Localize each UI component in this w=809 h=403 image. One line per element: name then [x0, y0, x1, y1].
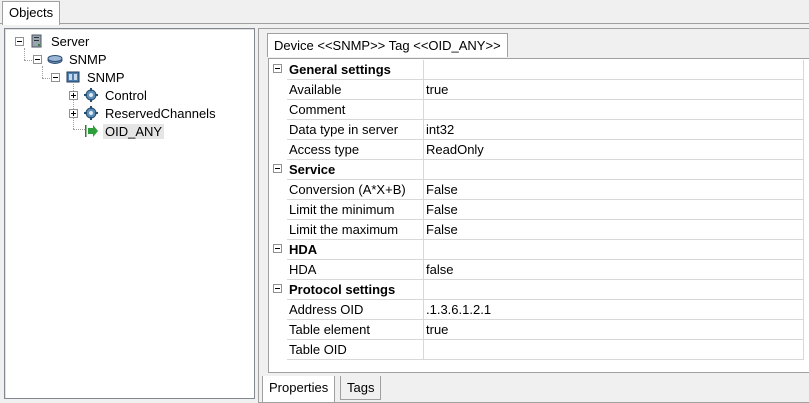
property-value[interactable]: False [424, 200, 804, 220]
category-service[interactable]: Service [269, 160, 804, 180]
property-value[interactable]: ReadOnly [424, 140, 804, 160]
collapse-icon[interactable] [15, 36, 24, 46]
property-row[interactable]: Comment [269, 100, 804, 120]
property-name: HDA [287, 260, 424, 280]
property-row[interactable]: Data type in server int32 [269, 120, 804, 140]
object-tree[interactable]: Server SNMP SNMP Control ReservedChannel… [4, 28, 255, 399]
property-name: Limit the maximum [287, 220, 424, 240]
tree-node-control-label: Control [105, 87, 147, 103]
collapse-icon[interactable] [273, 64, 282, 73]
property-value[interactable]: int32 [424, 120, 804, 140]
category-label: General settings [287, 60, 424, 80]
property-value[interactable] [424, 100, 804, 120]
tab-objects[interactable]: Objects [2, 1, 61, 25]
property-name: Comment [287, 100, 424, 120]
collapse-icon[interactable] [51, 72, 60, 82]
category-general-settings[interactable]: General settings [269, 60, 804, 80]
property-row[interactable]: Available true [269, 80, 804, 100]
tree-node-server-label: Server [51, 33, 90, 49]
category-label: HDA [287, 240, 424, 260]
property-name: Data type in server [287, 120, 424, 140]
bottom-tab-strip: Properties Tags [258, 376, 809, 403]
tree-node-snmp-driver[interactable]: SNMP [33, 50, 109, 68]
collapse-icon[interactable] [33, 54, 42, 64]
category-protocol-settings[interactable]: Protocol settings [269, 280, 804, 300]
properties-panel: Device <<SNMP>> Tag <<OID_ANY>> General … [258, 28, 809, 403]
tree-node-snmp-driver-label: SNMP [69, 51, 107, 67]
category-value-cell [424, 240, 804, 260]
collapse-icon[interactable] [273, 284, 282, 293]
tab-properties-label: Properties [269, 380, 329, 395]
property-row[interactable]: Address OID .1.3.6.1.2.1 [269, 300, 804, 320]
panel-title: Device <<SNMP>> Tag <<OID_ANY>> [274, 38, 501, 53]
category-hda[interactable]: HDA [269, 240, 804, 260]
property-name: Access type [287, 140, 424, 160]
category-value-cell [424, 280, 804, 300]
tab-tags[interactable]: Tags [340, 376, 382, 400]
tree-node-oid-any[interactable]: OID_ANY [83, 122, 165, 140]
tree-node-reserved-channels-label: ReservedChannels [105, 105, 216, 121]
gutter [269, 60, 287, 80]
property-value[interactable]: .1.3.6.1.2.1 [424, 300, 804, 320]
gear-folder-icon [83, 105, 99, 121]
property-name: Address OID [287, 300, 424, 320]
property-value[interactable]: true [424, 80, 804, 100]
panel-title-tab[interactable]: Device <<SNMP>> Tag <<OID_ANY>> [267, 33, 508, 57]
property-name: Conversion (A*X+B) [287, 180, 424, 200]
property-row[interactable]: Table element true [269, 320, 804, 340]
arrow-tag-icon [83, 123, 99, 139]
property-value[interactable]: true [424, 320, 804, 340]
collapse-icon[interactable] [273, 244, 282, 253]
tab-tags-label: Tags [347, 380, 375, 395]
server-icon [29, 33, 45, 49]
expand-icon[interactable] [69, 90, 78, 100]
property-value[interactable]: False [424, 180, 804, 200]
property-value[interactable] [424, 340, 804, 360]
tree-node-server[interactable]: Server [15, 32, 91, 50]
property-name: Table element [287, 320, 424, 340]
device-icon [65, 69, 81, 85]
property-value[interactable]: False [424, 220, 804, 240]
property-row[interactable]: Limit the maximum False [269, 220, 804, 240]
expand-icon[interactable] [69, 108, 78, 118]
tree-node-snmp-device-label: SNMP [87, 69, 125, 85]
property-row[interactable]: Table OID [269, 340, 804, 360]
property-row[interactable]: HDA false [269, 260, 804, 280]
tree-node-snmp-device[interactable]: SNMP [51, 68, 127, 86]
category-value-cell [424, 60, 804, 80]
collapse-icon[interactable] [273, 164, 282, 173]
tree-node-oid-any-label: OID_ANY [103, 123, 165, 139]
network-driver-icon [47, 51, 63, 67]
property-row[interactable]: Limit the minimum False [269, 200, 804, 220]
property-row[interactable]: Conversion (A*X+B) False [269, 180, 804, 200]
property-name: Available [287, 80, 424, 100]
gear-folder-icon [83, 87, 99, 103]
tab-properties[interactable]: Properties [262, 376, 336, 403]
tree-node-reserved-channels[interactable]: ReservedChannels [69, 104, 218, 122]
property-value[interactable]: false [424, 260, 804, 280]
category-value-cell [424, 160, 804, 180]
property-grid[interactable]: General settings Available true Comment … [268, 58, 809, 373]
tab-objects-label: Objects [9, 5, 54, 20]
tree-node-control[interactable]: Control [69, 86, 149, 104]
top-tab-strip: Objects [0, 0, 809, 25]
category-label: Protocol settings [287, 280, 424, 300]
category-label: Service [287, 160, 424, 180]
property-name: Limit the minimum [287, 200, 424, 220]
property-row[interactable]: Access type ReadOnly [269, 140, 804, 160]
property-name: Table OID [287, 340, 424, 360]
